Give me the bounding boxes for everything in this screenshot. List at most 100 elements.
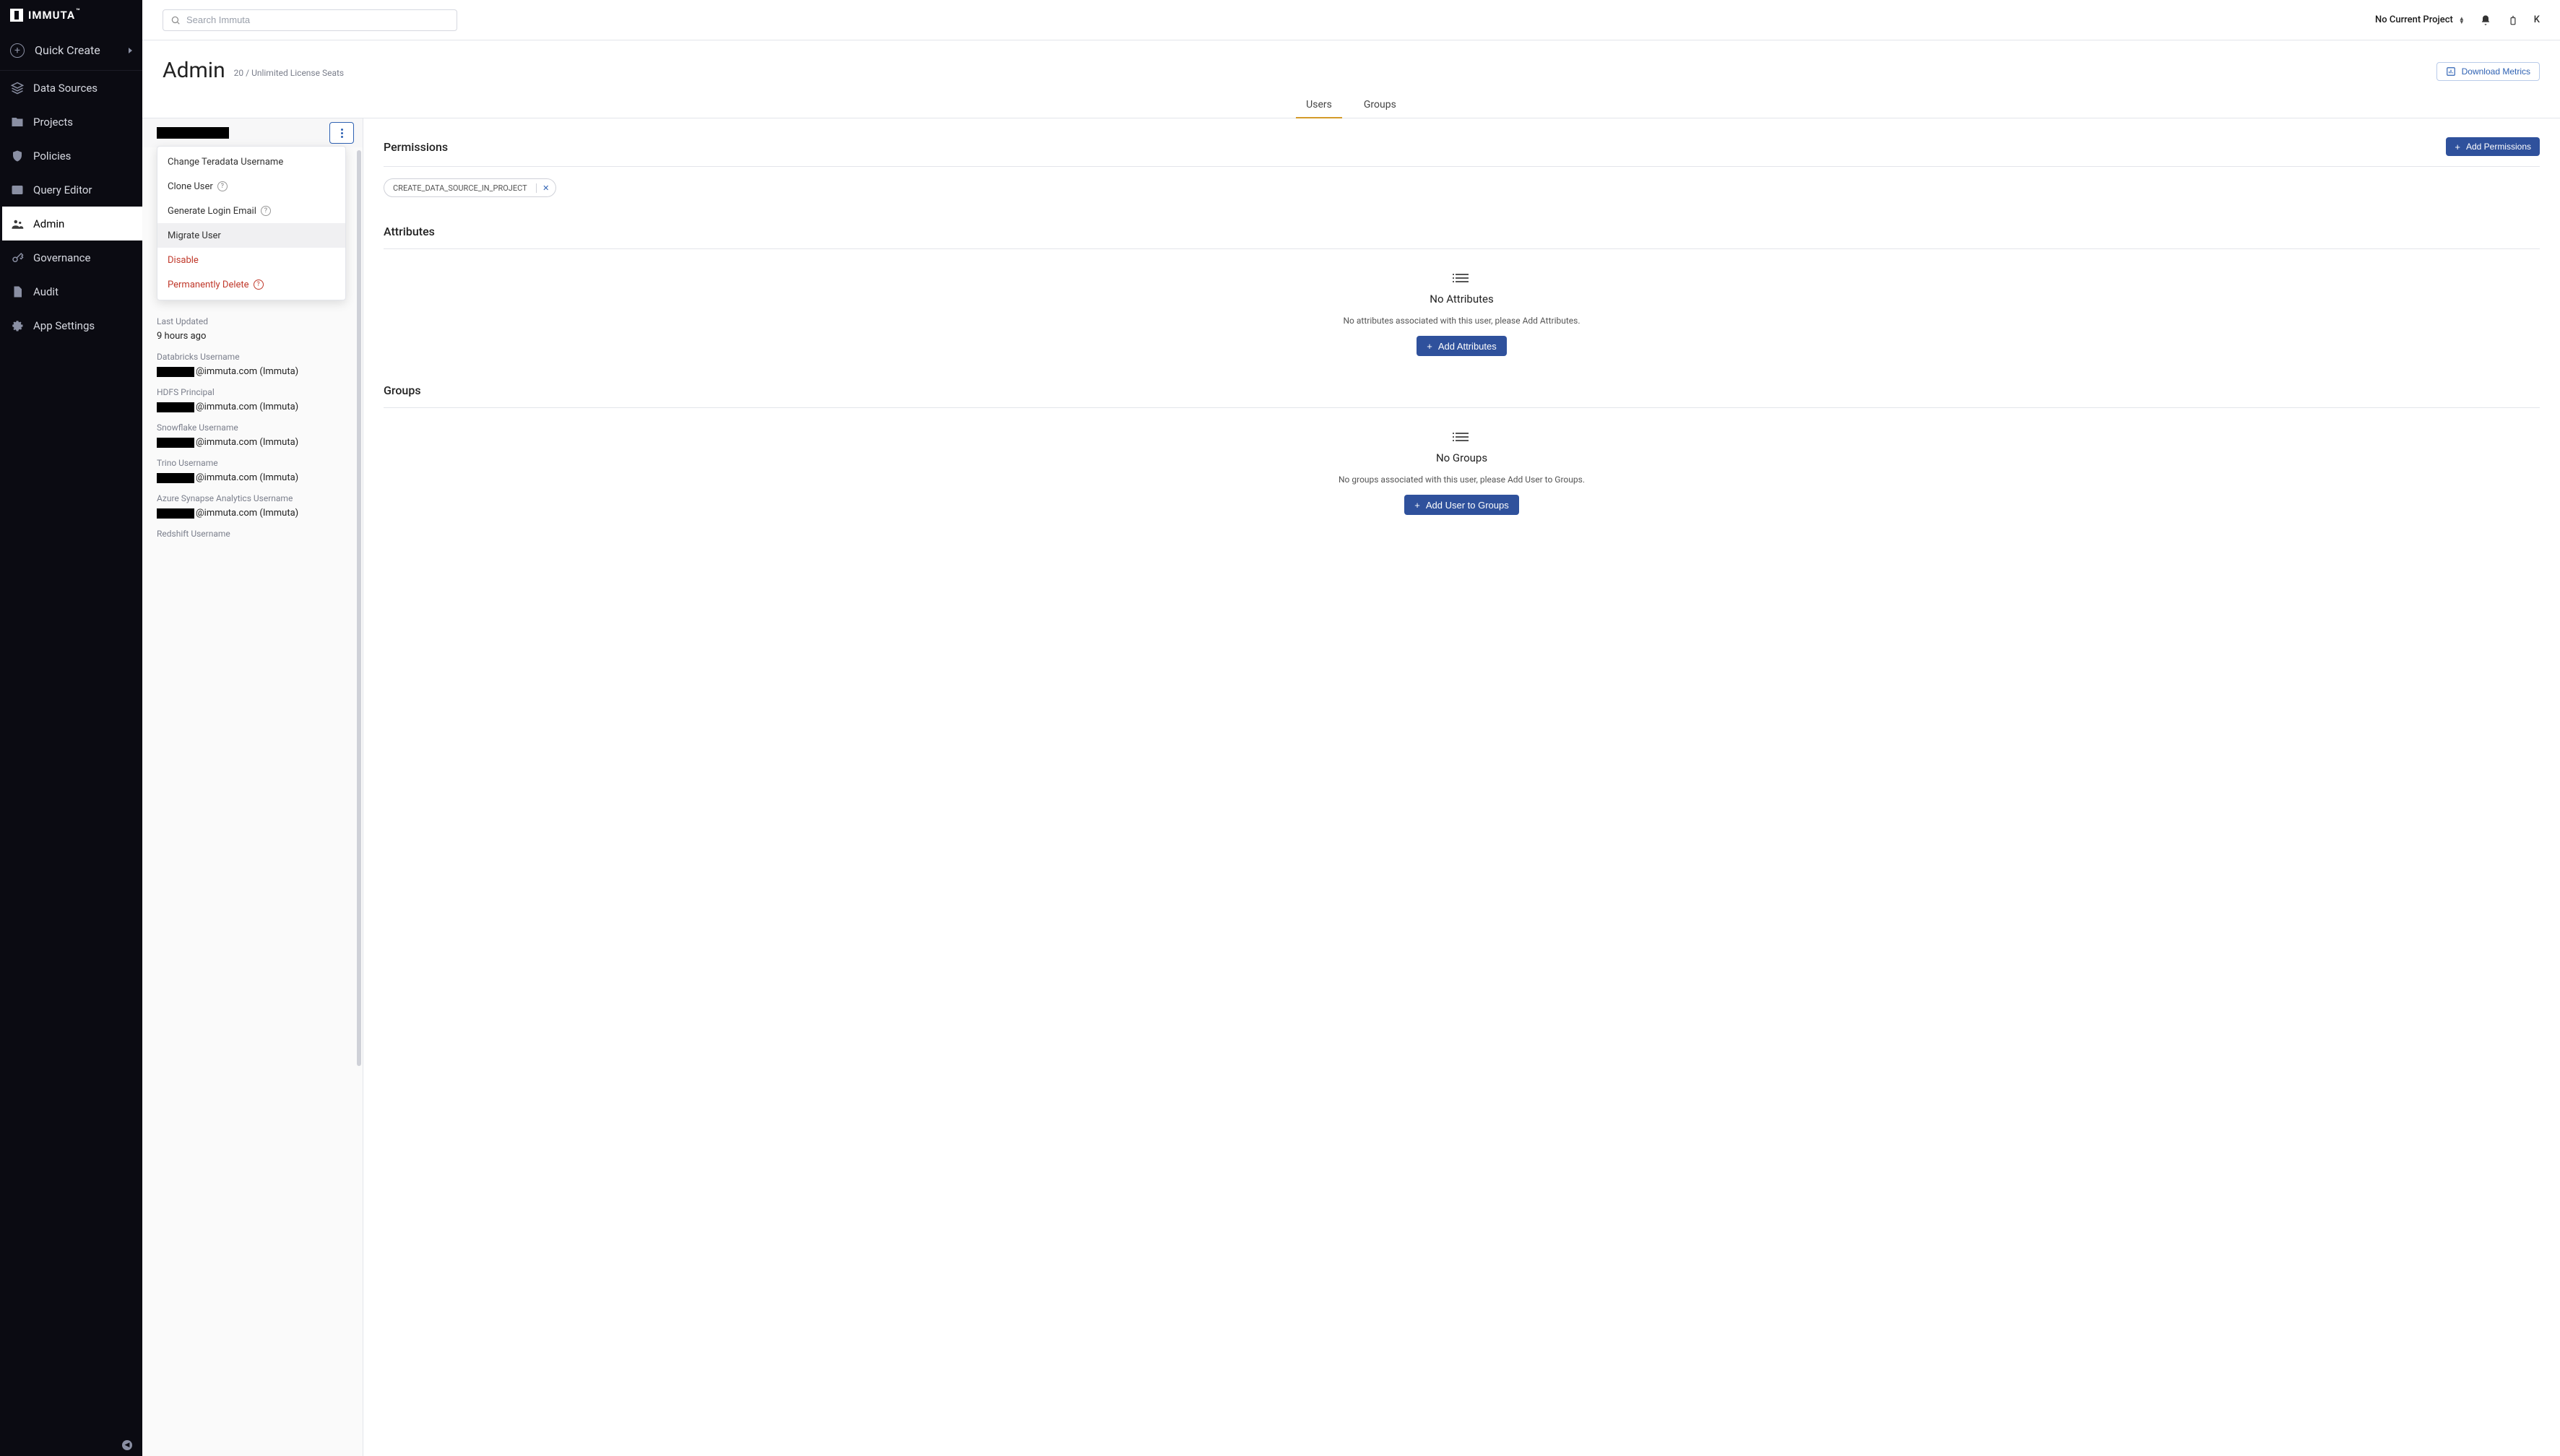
groups-empty-state: No Groups No groups associated with this… [384, 408, 2540, 515]
main: No Current Project ▲▼ K Admin 20 / Unlim… [142, 0, 2560, 1456]
nav-policies[interactable]: Policies [0, 139, 142, 173]
redacted [157, 367, 194, 377]
section-title-groups: Groups [384, 384, 421, 397]
user-details-scroll[interactable]: Last Updated 9 hours ago Databricks User… [142, 147, 363, 1456]
user-right-panel: Permissions +Add Permissions CREATE_DATA… [363, 118, 2560, 1456]
logo[interactable]: IMMUTA™ [0, 0, 142, 30]
project-picker[interactable]: No Current Project ▲▼ [2375, 14, 2465, 25]
nav-label: Audit [33, 285, 59, 298]
list-icon [1456, 433, 1469, 441]
field-value-trino-username: @immuta.com (Immuta) [157, 472, 354, 483]
field-label-trino-username: Trino Username [157, 458, 354, 468]
nav-label: Data Sources [33, 82, 98, 95]
field-value-databricks-username: @immuta.com (Immuta) [157, 366, 354, 377]
users-icon [10, 217, 25, 230]
layers-icon [10, 82, 25, 95]
nav-label: Projects [33, 116, 73, 129]
groups-section: Groups No Groups No groups associated wi… [384, 384, 2540, 515]
field-value-snowflake-username: @immuta.com (Immuta) [157, 437, 354, 448]
search-box[interactable] [163, 9, 457, 31]
tab-groups[interactable]: Groups [1354, 92, 1406, 118]
redacted [157, 402, 194, 412]
field-label-snowflake-username: Snowflake Username [157, 422, 354, 433]
redacted [157, 508, 194, 519]
menu-change-teradata-username[interactable]: Change Teradata Username [157, 150, 345, 174]
user-actions-dropdown: Change Teradata Username Clone User? Gen… [157, 146, 346, 300]
download-metrics-label: Download Metrics [2462, 66, 2530, 77]
field-label-databricks-username: Databricks Username [157, 352, 354, 362]
nav-label: App Settings [33, 319, 95, 332]
nav-governance[interactable]: Governance [0, 240, 142, 274]
nav-list: Data Sources Projects Policies Query Edi… [0, 71, 142, 342]
field-value-last-updated: 9 hours ago [157, 331, 354, 342]
nav-audit[interactable]: Audit [0, 274, 142, 308]
field-label-last-updated: Last Updated [157, 316, 354, 326]
section-title-permissions: Permissions [384, 140, 448, 154]
user-header: Change Teradata Username Clone User? Gen… [142, 118, 363, 147]
nav-label: Governance [33, 251, 90, 264]
sidebar-footer: ◀ [0, 1434, 142, 1456]
menu-permanently-delete[interactable]: Permanently Delete? [157, 272, 345, 297]
kebab-icon [341, 129, 343, 138]
redacted [157, 473, 194, 483]
nav-query-editor[interactable]: Query Editor [0, 173, 142, 207]
menu-migrate-user[interactable]: Migrate User [157, 223, 345, 248]
attributes-empty-title: No Attributes [1430, 292, 1493, 306]
plus-icon: + [1427, 342, 1432, 351]
page-title: Admin [163, 58, 225, 83]
nav-label: Policies [33, 150, 71, 162]
user-detail-column: Change Teradata Username Clone User? Gen… [142, 118, 363, 1456]
nav-projects[interactable]: Projects [0, 105, 142, 139]
search-icon [170, 15, 181, 25]
search-input[interactable] [186, 14, 449, 25]
field-label-redshift-username: Redshift Username [157, 529, 354, 539]
add-user-to-groups-button[interactable]: +Add User to Groups [1404, 495, 1518, 515]
list-icon [1456, 274, 1469, 282]
permissions-section: Permissions +Add Permissions CREATE_DATA… [384, 137, 2540, 197]
battery-icon[interactable] [2507, 14, 2520, 27]
logo-mark-icon [10, 9, 23, 22]
nav-label: Query Editor [33, 183, 92, 196]
nav-data-sources[interactable]: Data Sources [0, 71, 142, 105]
user-name-redacted [157, 127, 229, 139]
notifications-button[interactable] [2479, 14, 2492, 27]
download-metrics-button[interactable]: Download Metrics [2436, 62, 2540, 81]
add-attributes-button[interactable]: +Add Attributes [1417, 336, 1507, 356]
brand-text: IMMUTA [28, 9, 75, 22]
plus-icon: + [1414, 500, 1420, 510]
redacted [157, 438, 194, 448]
quick-create-label: Quick Create [35, 43, 129, 57]
topbar: No Current Project ▲▼ K [142, 0, 2560, 40]
collapse-sidebar-button[interactable]: ◀ [122, 1440, 132, 1450]
permission-chip: CREATE_DATA_SOURCE_IN_PROJECT ✕ [384, 178, 556, 197]
document-icon [10, 285, 25, 298]
quick-create-button[interactable]: + Quick Create [0, 30, 142, 71]
field-label-synapse-username: Azure Synapse Analytics Username [157, 493, 354, 503]
menu-disable[interactable]: Disable [157, 248, 345, 272]
folder-icon [10, 116, 25, 129]
tab-users[interactable]: Users [1296, 92, 1342, 118]
terminal-icon [10, 183, 25, 196]
user-actions-menu-button[interactable] [329, 122, 354, 144]
nav-admin[interactable]: Admin [0, 207, 142, 240]
menu-generate-login-email[interactable]: Generate Login Email? [157, 199, 345, 223]
plus-icon: + [2455, 142, 2460, 152]
key-icon [10, 251, 25, 264]
remove-permission-button[interactable]: ✕ [537, 183, 555, 193]
add-permissions-button[interactable]: +Add Permissions [2446, 137, 2540, 156]
topbar-right: No Current Project ▲▼ K [2375, 14, 2540, 27]
user-avatar[interactable]: K [2534, 14, 2540, 25]
attributes-empty-desc: No attributes associated with this user,… [1344, 316, 1580, 326]
menu-clone-user[interactable]: Clone User? [157, 174, 345, 199]
plus-circle-icon: + [10, 43, 25, 58]
field-value-hdfs-principal: @immuta.com (Immuta) [157, 402, 354, 412]
caret-right-icon [129, 48, 132, 53]
project-picker-label: No Current Project [2375, 14, 2453, 25]
nav-app-settings[interactable]: App Settings [0, 308, 142, 342]
nav-label: Admin [33, 217, 64, 230]
help-icon: ? [254, 280, 264, 290]
groups-empty-desc: No groups associated with this user, ple… [1339, 474, 1585, 485]
help-icon: ? [217, 181, 228, 191]
permission-chip-label: CREATE_DATA_SOURCE_IN_PROJECT [384, 183, 537, 193]
field-value-synapse-username: @immuta.com (Immuta) [157, 508, 354, 519]
